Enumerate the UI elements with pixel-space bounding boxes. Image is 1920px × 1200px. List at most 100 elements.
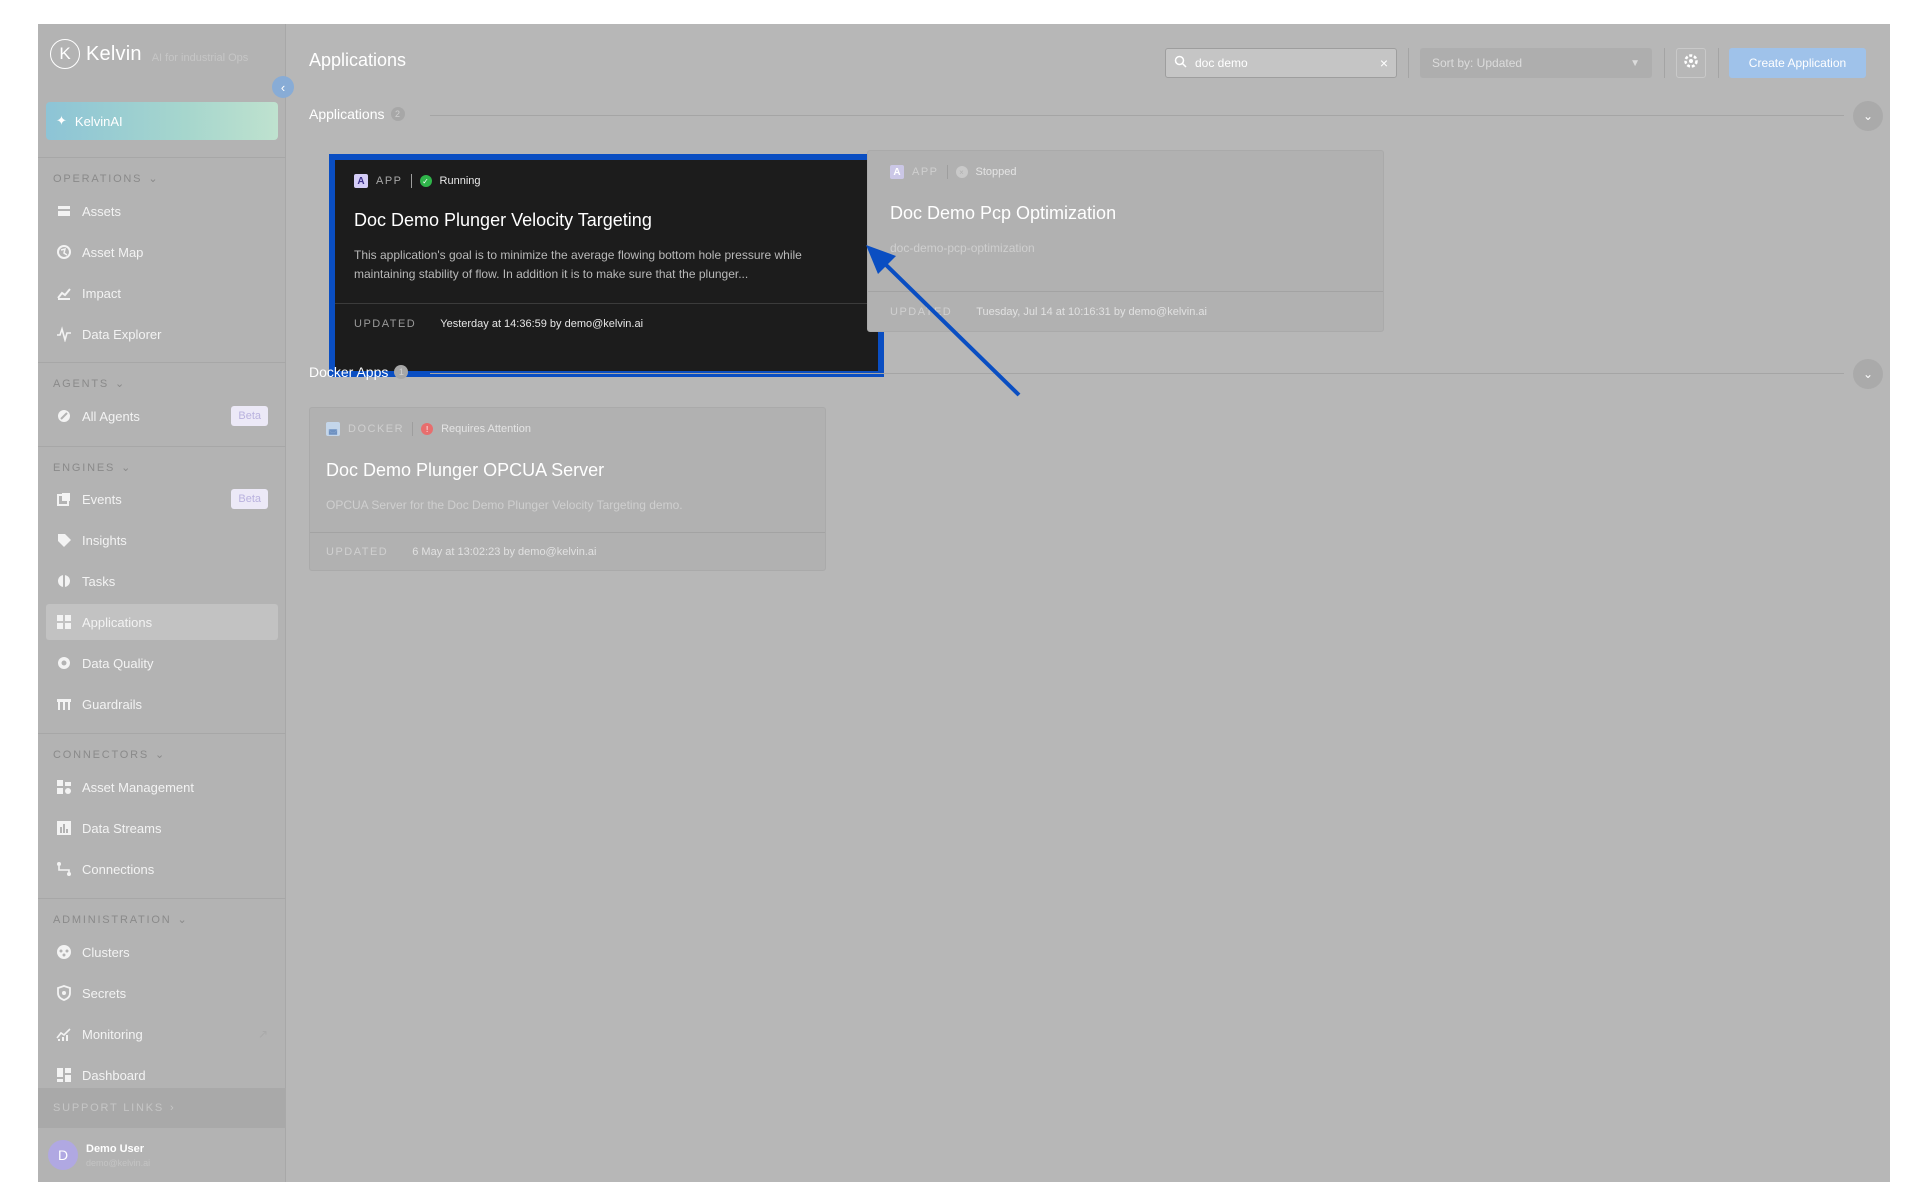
updated-text: 6 May at 13:02:23 by demo@kelvin.ai bbox=[412, 546, 597, 558]
section-operations[interactable]: OPERATIONS ⌄ bbox=[53, 172, 159, 186]
chevron-down-icon: ⌄ bbox=[115, 378, 127, 390]
app-window: K Kelvin AI for industrial Ops ✦ KelvinA… bbox=[38, 24, 1890, 1182]
app-card[interactable]: A APP × Stopped Doc Demo Pcp Optimizatio… bbox=[867, 150, 1384, 332]
card-footer: UPDATED Yesterday at 14:36:59 by demo@ke… bbox=[354, 318, 643, 330]
card-footer: UPDATED 6 May at 13:02:23 by demo@kelvin… bbox=[326, 546, 596, 558]
card-meta: A APP ✓ Running bbox=[354, 174, 481, 188]
sidebar-item-asset-map[interactable]: Asset Map bbox=[46, 234, 278, 270]
agent-icon bbox=[56, 408, 72, 424]
sidebar-item-clusters[interactable]: Clusters bbox=[46, 934, 278, 970]
check-circle-icon: ✓ bbox=[419, 175, 432, 187]
card-title: Doc Demo Pcp Optimization bbox=[890, 203, 1117, 223]
sidebar-item-data-streams[interactable]: Data Streams bbox=[46, 810, 278, 846]
docker-app-card[interactable]: ◛ DOCKER ! Requires Attention Doc Demo P… bbox=[309, 407, 826, 571]
sidebar-item-asset-management[interactable]: Asset Management bbox=[46, 769, 278, 805]
divider bbox=[38, 446, 286, 447]
divider bbox=[946, 165, 948, 179]
beta-badge: Beta bbox=[231, 489, 268, 509]
app-card-highlighted[interactable]: A APP ✓ Running Doc Demo Plunger Velocit… bbox=[329, 154, 884, 377]
status-text: Requires Attention bbox=[441, 423, 531, 435]
section-engines[interactable]: ENGINES ⌄ bbox=[53, 461, 133, 475]
sidebar-item-label: Tasks bbox=[82, 573, 116, 589]
sidebar-item-applications[interactable]: Applications bbox=[46, 604, 278, 640]
brand-logo[interactable]: K Kelvin AI for industrial Ops bbox=[50, 38, 248, 70]
divider bbox=[1664, 48, 1665, 78]
sidebar-item-data-quality[interactable]: Data Quality bbox=[46, 645, 278, 681]
chevron-down-icon: ⌄ bbox=[155, 749, 167, 761]
sidebar-item-data-explorer[interactable]: Data Explorer bbox=[46, 316, 278, 352]
divider bbox=[38, 362, 286, 363]
chevron-down-icon: ⌄ bbox=[121, 462, 133, 474]
sidebar-item-all-agents[interactable]: All Agents Beta bbox=[46, 398, 278, 434]
section-agents-label: AGENTS bbox=[53, 377, 110, 390]
search-input[interactable]: doc demo × bbox=[1165, 48, 1397, 78]
user-profile[interactable]: D Demo User demo@kelvin.ai bbox=[48, 1140, 150, 1170]
section-connectors[interactable]: CONNECTORS ⌄ bbox=[53, 748, 167, 762]
divider bbox=[1718, 48, 1719, 78]
kelvinai-label: KelvinAI bbox=[74, 113, 123, 129]
chevron-down-icon: ⌄ bbox=[1862, 367, 1874, 381]
section-administration-label: ADMINISTRATION bbox=[53, 913, 172, 926]
avatar: D bbox=[48, 1140, 78, 1170]
collapse-section-button[interactable]: ⌄ bbox=[1853, 359, 1883, 389]
sidebar-item-secrets[interactable]: Secrets bbox=[46, 975, 278, 1011]
kelvinai-button[interactable]: ✦ KelvinAI bbox=[46, 102, 278, 140]
card-title: Doc Demo Plunger OPCUA Server bbox=[326, 460, 605, 480]
sidebar-item-tasks[interactable]: Tasks bbox=[46, 563, 278, 599]
app-type-icon: A bbox=[354, 174, 368, 188]
section-administration[interactable]: ADMINISTRATION ⌄ bbox=[53, 913, 189, 927]
stopped-icon: × bbox=[955, 166, 968, 178]
card-meta: A APP × Stopped bbox=[890, 165, 1017, 179]
section-engines-label: ENGINES bbox=[53, 461, 116, 474]
sidebar-item-guardrails[interactable]: Guardrails bbox=[46, 686, 278, 722]
sidebar-item-monitoring[interactable]: Monitoring ↗ bbox=[46, 1016, 278, 1052]
events-icon bbox=[56, 491, 72, 507]
divider bbox=[38, 733, 286, 734]
docker-icon: ◛ bbox=[326, 422, 340, 436]
clear-search-icon[interactable]: × bbox=[1380, 55, 1388, 71]
sidebar-item-label: Secrets bbox=[82, 985, 127, 1001]
settings-button[interactable] bbox=[1676, 48, 1706, 78]
sidebar-item-label: All Agents bbox=[82, 408, 140, 424]
kelvin-logo-icon: K bbox=[50, 39, 80, 69]
grid-icon bbox=[56, 614, 72, 630]
collapse-sidebar-button[interactable]: ‹ bbox=[272, 76, 294, 98]
sidebar-item-connections[interactable]: Connections bbox=[46, 851, 278, 887]
section-connectors-label: CONNECTORS bbox=[53, 748, 150, 761]
sidebar-item-label: Clusters bbox=[82, 944, 130, 960]
sidebar-item-events[interactable]: Events Beta bbox=[46, 481, 278, 517]
gear-icon bbox=[1683, 53, 1699, 74]
section-applications-header: Applications 2 bbox=[309, 106, 405, 122]
card-description: doc-demo-pcp-optimization bbox=[890, 241, 1035, 255]
sparkle-icon: ✦ bbox=[56, 113, 67, 128]
card-description: OPCUA Server for the Doc Demo Plunger Ve… bbox=[326, 498, 683, 512]
sort-label: Sort by: Updated bbox=[1432, 56, 1523, 70]
sidebar-item-label: Data Streams bbox=[82, 820, 162, 836]
card-type: APP bbox=[376, 175, 403, 187]
section-support-label: SUPPORT LINKS bbox=[53, 1102, 165, 1114]
chevron-down-icon: ⌄ bbox=[1862, 109, 1874, 123]
asset-management-icon bbox=[56, 779, 72, 795]
sidebar-item-label: Data Explorer bbox=[82, 326, 162, 342]
sidebar-item-label: Asset Map bbox=[82, 244, 144, 260]
count-badge: 1 bbox=[394, 365, 409, 379]
sidebar-item-impact[interactable]: Impact bbox=[46, 275, 278, 311]
divider bbox=[1408, 48, 1409, 78]
collapse-section-button[interactable]: ⌄ bbox=[1853, 101, 1883, 131]
card-type: APP bbox=[912, 166, 939, 178]
divider bbox=[412, 422, 414, 436]
section-agents[interactable]: AGENTS ⌄ bbox=[53, 377, 127, 391]
chevron-down-icon: ⌄ bbox=[177, 914, 189, 926]
card-title: Doc Demo Plunger Velocity Targeting bbox=[354, 210, 652, 230]
updated-text: Tuesday, Jul 14 at 10:16:31 by demo@kelv… bbox=[976, 306, 1207, 318]
beta-badge: Beta bbox=[231, 406, 268, 426]
sidebar-item-assets[interactable]: Assets bbox=[46, 193, 278, 229]
sidebar-item-label: Asset Management bbox=[82, 779, 195, 795]
sidebar-item-label: Dashboard bbox=[82, 1067, 146, 1083]
brand-name: Kelvin bbox=[86, 42, 142, 65]
sidebar-item-insights[interactable]: Insights bbox=[46, 522, 278, 558]
support-links[interactable]: SUPPORT LINKS › bbox=[38, 1088, 286, 1128]
sort-dropdown[interactable]: Sort by: Updated ▼ bbox=[1420, 48, 1652, 78]
create-application-button[interactable]: Create Application bbox=[1729, 48, 1866, 78]
guardrail-icon bbox=[56, 696, 72, 712]
